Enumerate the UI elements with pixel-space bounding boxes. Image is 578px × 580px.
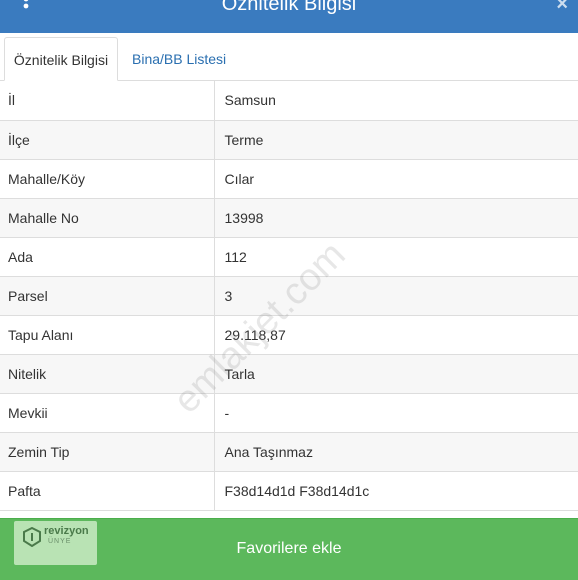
tab-bina-bb-listesi[interactable]: Bina/BB Listesi [132, 37, 226, 81]
tab-oznitelik-bilgisi[interactable]: Öznitelik Bilgisi [4, 37, 118, 81]
attribute-label: Nitelik [0, 354, 215, 394]
attribute-label: Mahalle/Köy [0, 159, 215, 199]
attribute-value: Terme [214, 120, 578, 160]
attribute-value: 112 [214, 237, 578, 277]
logo-mark-icon [23, 527, 41, 547]
table-row: Parsel 3 [0, 276, 578, 316]
attribute-value: - [214, 393, 578, 433]
logo-text: revizyon [44, 525, 89, 537]
table-row: Pafta F38d14d1d F38d14d1c [0, 471, 578, 511]
attribute-value: 29.118,87 [214, 315, 578, 355]
attribute-label: Pafta [0, 471, 215, 511]
revizyon-logo: revizyon ÜNYE [14, 521, 97, 565]
attribute-label: İl [0, 81, 215, 121]
attribute-label: Parsel [0, 276, 215, 316]
attribute-value: F38d14d1d F38d14d1c [214, 471, 578, 511]
footer-bar: Favorilere ekle revizyon ÜNYE [0, 518, 578, 580]
attribute-label: İlçe [0, 120, 215, 160]
table-row: Nitelik Tarla [0, 354, 578, 394]
table-row: Mahalle No 13998 [0, 198, 578, 238]
table-row: İl Samsun [0, 81, 578, 121]
attribute-label: Mevkii [0, 393, 215, 433]
attribute-label: Ada [0, 237, 215, 277]
tab-bar: Öznitelik Bilgisi Bina/BB Listesi [0, 33, 578, 81]
table-row: Mevkii - [0, 393, 578, 433]
table-row: Mahalle/Köy Cılar [0, 159, 578, 199]
attribute-label: Tapu Alanı [0, 315, 215, 355]
attribute-value: Cılar [214, 159, 578, 199]
attribute-value: 3 [214, 276, 578, 316]
table-row: Zemin Tip Ana Taşınmaz [0, 432, 578, 472]
attribute-label: Zemin Tip [0, 432, 215, 472]
attribute-value: 13998 [214, 198, 578, 238]
close-icon[interactable]: × [556, 0, 568, 16]
attribute-value: Tarla [214, 354, 578, 394]
attribute-value: Ana Taşınmaz [214, 432, 578, 472]
table-row: Ada 112 [0, 237, 578, 277]
attribute-value: Samsun [214, 81, 578, 121]
dialog-title: Öznitelik Bilgisi [221, 0, 357, 15]
table-row: İlçe Terme [0, 120, 578, 160]
table-row: Tapu Alanı 29.118,87 [0, 315, 578, 355]
dialog-header: Öznitelik Bilgisi × [0, 0, 578, 33]
attribute-table: İl Samsun İlçe Terme Mahalle/Köy Cılar Mahalle… [0, 81, 578, 511]
attribute-label: Mahalle No [0, 198, 215, 238]
logo-subtext: ÜNYE [48, 538, 72, 545]
